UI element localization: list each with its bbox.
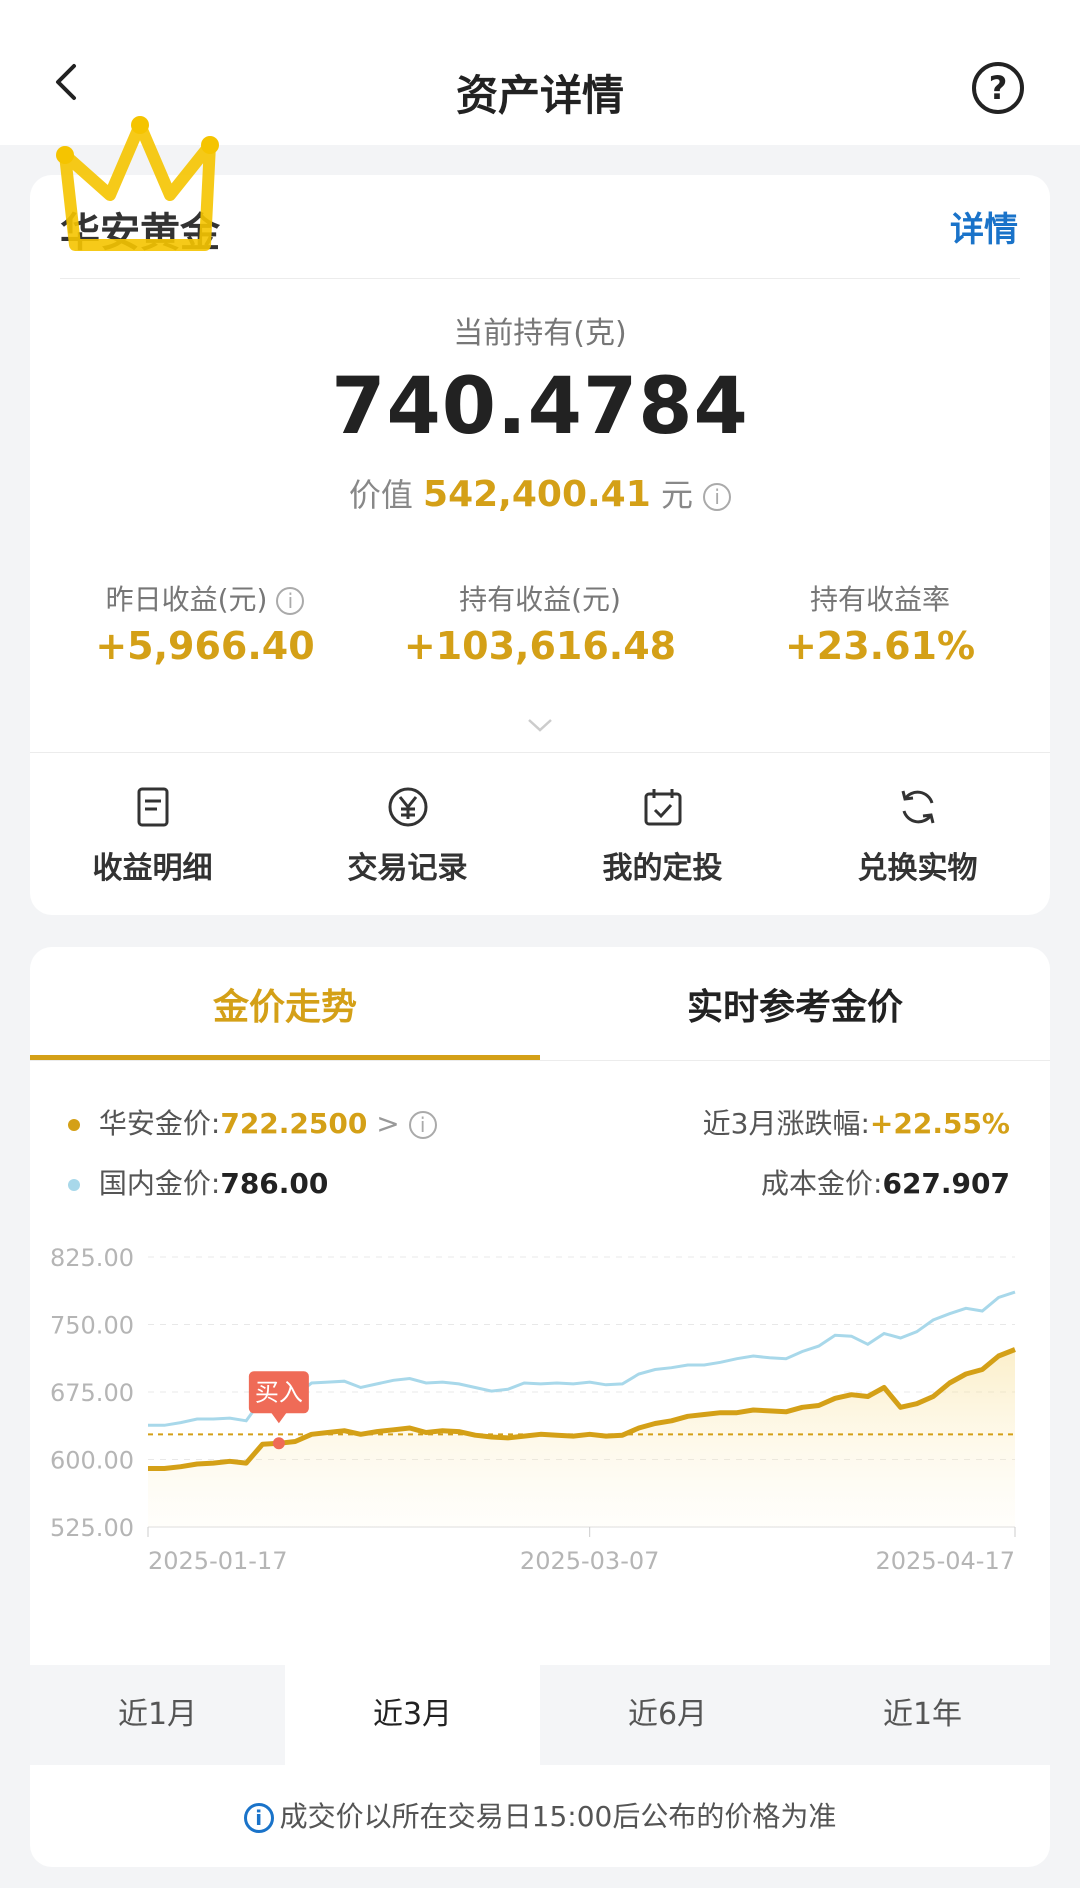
page-title: 资产详情: [455, 71, 624, 120]
legend-change: 近3月涨跌幅:+22.55%: [703, 1102, 1010, 1142]
x-tick-label: 2025-03-07: [520, 1547, 659, 1575]
range-1y[interactable]: 近1年: [795, 1665, 1050, 1765]
legend-label: 近3月涨跌幅:: [702, 1107, 870, 1140]
stat-label: 持有收益(元): [459, 583, 621, 616]
holding-value-row: 价值 542,400.41 元 i: [0, 470, 1080, 516]
stat-yesterday: 昨日收益(元) i +5,966.40: [35, 578, 375, 668]
holding-amount: 740.4784: [331, 362, 749, 452]
footnote-text: 成交价以所在交易日15:00后公布的价格为准: [279, 1800, 837, 1833]
divider: [60, 278, 1020, 279]
document-icon: [137, 787, 168, 827]
divider: [30, 1060, 1050, 1061]
y-tick-label: 825.00: [50, 1244, 134, 1272]
info-icon: i: [243, 1803, 274, 1833]
legend-value[interactable]: 722.2500: [220, 1107, 367, 1140]
y-tick-label: 675.00: [50, 1379, 134, 1407]
tab-realtime-price[interactable]: 实时参考金价: [540, 978, 1050, 1030]
legend-label: 成本金价:: [761, 1167, 883, 1200]
range-3m[interactable]: 近3月: [285, 1665, 540, 1765]
y-tick-label: 600.00: [50, 1447, 134, 1475]
stat-holding-rate: 持有收益率 +23.61%: [710, 578, 1050, 668]
action-income-detail[interactable]: 收益明细: [25, 785, 280, 887]
buy-marker-dot: [272, 1437, 285, 1450]
crown-icon: [56, 116, 219, 251]
blue-dot: [68, 1179, 80, 1191]
legend-label: 国内金价:: [98, 1167, 221, 1200]
calendar-check-icon: [644, 789, 681, 826]
y-tick-label: 525.00: [50, 1514, 134, 1542]
legend-cost: 成本金价:627.907: [761, 1162, 1010, 1202]
gold-dot: [68, 1119, 80, 1131]
action-trade-record[interactable]: 交易记录: [280, 785, 535, 887]
stat-holding-profit: 持有收益(元) +103,616.48: [370, 578, 710, 668]
tab-gold-trend[interactable]: 金价走势: [30, 978, 540, 1030]
chevron-right-icon[interactable]: >: [376, 1107, 399, 1140]
legend-value: 786.00: [220, 1167, 329, 1200]
legend-value: +22.55%: [869, 1107, 1010, 1140]
stat-value: +5,966.40: [95, 624, 315, 668]
holding-label: 当前持有(克): [453, 316, 627, 351]
legend-label: 华安金价:: [98, 1107, 221, 1140]
legend-value: 627.907: [882, 1167, 1010, 1200]
stat-label: 持有收益率: [809, 583, 950, 616]
refresh-icon: [901, 790, 934, 824]
action-label: 我的定投: [602, 851, 723, 886]
chevron-down-icon[interactable]: [527, 718, 553, 732]
help-icon[interactable]: ?: [972, 62, 1024, 114]
stat-value: +103,616.48: [403, 624, 677, 668]
action-exchange[interactable]: 兑换实物: [790, 785, 1045, 887]
footnote: i 成交价以所在交易日15:00后公布的价格为准: [0, 1795, 1080, 1835]
action-my-plan[interactable]: 我的定投: [535, 785, 790, 887]
detail-link[interactable]: 详情: [950, 202, 1018, 251]
gold-price-chart[interactable]: 买入 825.00 750.00 675.00 600.00 525.00 2025-0…: [40, 1235, 1040, 1650]
action-label: 兑换实物: [857, 851, 978, 886]
range-6m[interactable]: 近6月: [540, 1665, 795, 1765]
holding-value: 542,400.41: [423, 474, 651, 515]
info-icon[interactable]: i: [703, 483, 732, 511]
action-label: 交易记录: [347, 851, 468, 886]
value-unit: 元: [660, 476, 693, 514]
value-prefix: 价值: [348, 476, 413, 514]
buy-marker-label: 买入: [255, 1378, 303, 1406]
legend-huaan: 华安金价:722.2500 > i: [68, 1102, 437, 1142]
info-icon[interactable]: i: [276, 587, 305, 615]
stat-value: +23.61%: [784, 624, 976, 668]
info-icon[interactable]: i: [408, 1111, 437, 1139]
x-tick-label: 2025-01-17: [148, 1547, 287, 1575]
yuan-icon: [388, 787, 427, 827]
range-1m[interactable]: 近1月: [30, 1665, 285, 1765]
buy-marker-pointer: [270, 1412, 287, 1424]
action-label: 收益明细: [92, 851, 213, 886]
legend-domestic: 国内金价:786.00: [68, 1162, 328, 1202]
divider: [30, 752, 1050, 753]
y-tick-label: 750.00: [50, 1312, 134, 1340]
stat-label: 昨日收益(元): [105, 583, 268, 616]
x-tick-label: 2025-04-17: [876, 1547, 1015, 1575]
